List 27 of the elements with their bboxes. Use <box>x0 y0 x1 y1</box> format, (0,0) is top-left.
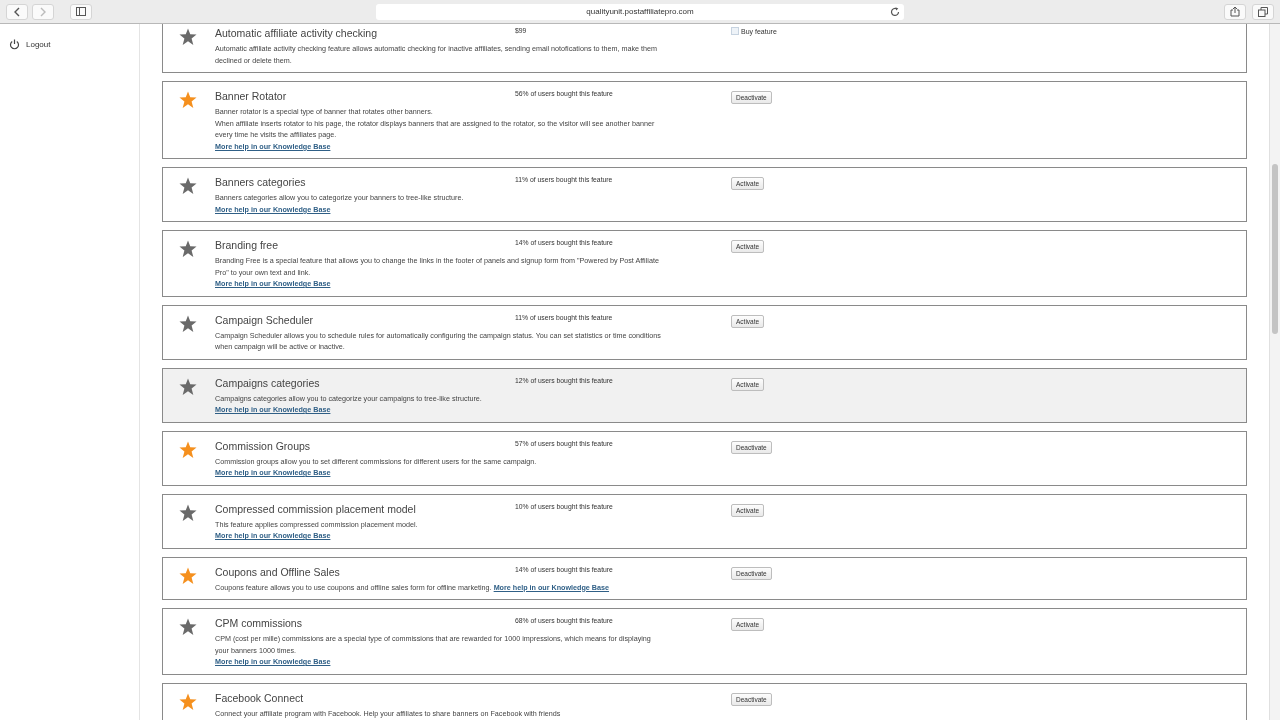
power-icon <box>9 39 20 50</box>
sidebar-icon <box>76 7 86 16</box>
scrollbar-thumb[interactable] <box>1272 164 1278 334</box>
back-icon <box>13 6 21 17</box>
feature-title: Automatic affiliate activity checking <box>215 27 379 40</box>
feature-title: Campaigns categories <box>215 376 321 390</box>
sidebar-toggle-button[interactable] <box>70 3 92 20</box>
feature-title: Commission Groups <box>215 439 312 453</box>
feature-title: Coupons and Offline Sales <box>215 565 341 579</box>
feature-title: Compressed commission placement model <box>215 502 417 516</box>
feature-title: Campaign Scheduler <box>215 313 315 327</box>
share-icon <box>1230 6 1240 17</box>
feature-title: CPM commissions <box>215 617 303 630</box>
share-button[interactable] <box>1224 3 1246 20</box>
reload-icon[interactable] <box>890 6 900 17</box>
tabs-icon <box>1258 6 1268 17</box>
tabs-button[interactable] <box>1252 3 1274 20</box>
scrollbar[interactable] <box>1269 24 1280 720</box>
url-text: qualityunit.postaffiliatepro.com <box>586 7 694 16</box>
feature-title: Branding free <box>215 239 280 252</box>
logout-link[interactable]: Logout <box>9 39 51 50</box>
forward-icon <box>39 6 47 17</box>
back-button[interactable] <box>6 3 28 20</box>
feature-title: Banners categories <box>215 176 307 189</box>
feature-title: Facebook Connect <box>215 691 305 705</box>
feature-title: Banner Rotator <box>215 90 288 103</box>
address-bar[interactable]: qualityunit.postaffiliatepro.com <box>376 3 904 20</box>
